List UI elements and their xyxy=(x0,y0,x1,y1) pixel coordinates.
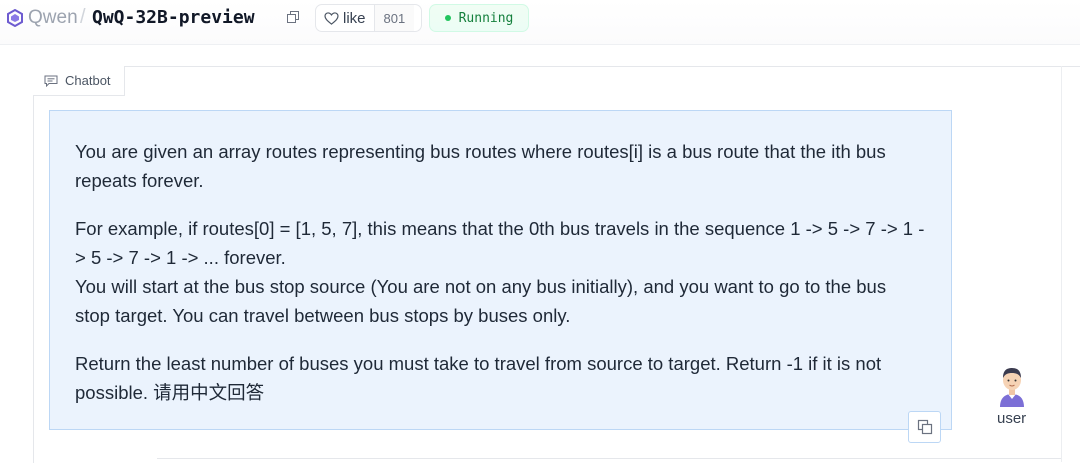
space-header: Qwen / QwQ-32B-preview like 801 Running xyxy=(0,0,1080,45)
user-role-label: user xyxy=(997,410,1027,427)
copy-message-button[interactable] xyxy=(908,411,941,443)
like-toggle[interactable]: like xyxy=(316,5,374,31)
chatbot-label: Chatbot xyxy=(33,66,125,96)
copy-icon xyxy=(917,419,932,435)
message-paragraph-1: You are given an array routes representi… xyxy=(75,141,886,191)
chat-icon xyxy=(44,75,58,87)
heart-icon xyxy=(324,11,339,25)
user-message-bubble: You are given an array routes representi… xyxy=(49,110,952,430)
org-name-link[interactable]: Qwen xyxy=(28,7,78,29)
message-paragraph-2-line-1: For example, if routes[0] = [1, 5, 7], t… xyxy=(75,218,925,268)
breadcrumb-separator: / xyxy=(80,6,86,28)
like-label: like xyxy=(343,9,366,27)
like-button[interactable]: like 801 xyxy=(315,4,422,32)
message-paragraph-3: Return the least number of buses you mus… xyxy=(75,353,882,403)
status-dot-icon xyxy=(444,15,451,21)
response-area-divider xyxy=(157,458,1061,459)
copy-icon[interactable] xyxy=(287,11,299,23)
user-avatar-icon xyxy=(1000,368,1024,407)
message-paragraph-2-line-2: You will start at the bus stop source (Y… xyxy=(75,276,887,326)
repo-name-link[interactable]: QwQ-32B-preview xyxy=(92,7,255,28)
chatbot-tab-label: Chatbot xyxy=(65,73,111,88)
like-count[interactable]: 801 xyxy=(373,5,415,31)
panel-right-border xyxy=(1061,66,1062,462)
status-text: Running xyxy=(458,10,514,26)
qwen-logo-icon[interactable] xyxy=(6,9,24,27)
status-badge: Running xyxy=(429,4,529,32)
